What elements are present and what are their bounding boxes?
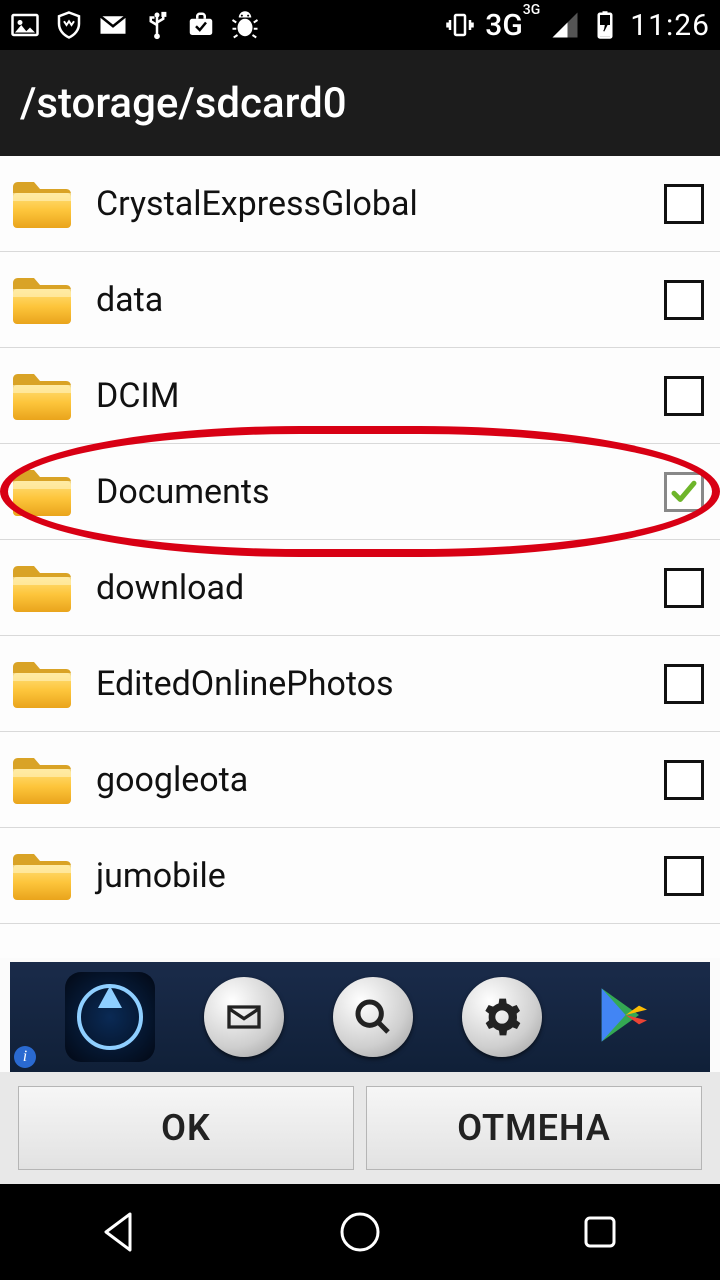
folder-name: EditedOnlinePhotos xyxy=(96,664,664,704)
nav-home-button[interactable] xyxy=(330,1202,390,1262)
ad-app-icon[interactable] xyxy=(65,972,155,1062)
folder-checkbox[interactable] xyxy=(664,760,704,800)
folder-icon xyxy=(10,657,74,711)
folder-row[interactable]: EditedOnlinePhotos xyxy=(0,636,720,732)
nav-back-button[interactable] xyxy=(90,1202,150,1262)
folder-checkbox[interactable] xyxy=(664,184,704,224)
folder-row[interactable]: data xyxy=(0,252,720,348)
briefcase-icon xyxy=(186,10,216,40)
ad-mail-icon[interactable] xyxy=(204,977,284,1057)
ad-play-store-icon[interactable] xyxy=(591,983,655,1051)
shield-m-icon xyxy=(54,10,84,40)
vibrate-icon xyxy=(445,10,475,40)
ok-button[interactable]: OK xyxy=(18,1086,354,1170)
folder-checkbox[interactable] xyxy=(664,280,704,320)
folder-checkbox[interactable] xyxy=(664,856,704,896)
app-bar: /storage/sdcard0 xyxy=(0,50,720,156)
folder-name: Documents xyxy=(96,472,664,512)
folder-row[interactable]: download xyxy=(0,540,720,636)
nav-recent-button[interactable] xyxy=(570,1202,630,1262)
folder-icon xyxy=(10,753,74,807)
folder-name: CrystalExpressGlobal xyxy=(96,184,664,224)
battery-charging-icon xyxy=(590,10,620,40)
folder-row[interactable]: DCIM xyxy=(0,348,720,444)
network-3g-text: 3G xyxy=(485,8,523,43)
picture-icon xyxy=(10,10,40,40)
signal-icon xyxy=(550,10,580,40)
folder-checkbox[interactable] xyxy=(664,376,704,416)
dialog-button-bar: OK ОТМЕНА xyxy=(0,1072,720,1184)
gmail-icon xyxy=(98,10,128,40)
folder-row[interactable]: jumobile xyxy=(0,828,720,924)
ad-info-icon[interactable]: i xyxy=(14,1046,36,1068)
network-type-label: 3G3G xyxy=(485,8,540,43)
ad-banner[interactable]: i xyxy=(10,962,710,1072)
folder-icon xyxy=(10,561,74,615)
ad-search-icon[interactable] xyxy=(333,977,413,1057)
folder-icon xyxy=(10,369,74,423)
network-sup-text: 3G xyxy=(523,2,541,18)
folder-name: DCIM xyxy=(96,376,664,416)
usb-icon xyxy=(142,10,172,40)
current-path: /storage/sdcard0 xyxy=(20,79,347,128)
system-nav-bar xyxy=(0,1184,720,1280)
folder-list[interactable]: CrystalExpressGlobal data DCIM Documents… xyxy=(0,156,720,958)
android-debug-icon xyxy=(230,10,260,40)
folder-name: googleota xyxy=(96,760,664,800)
folder-name: download xyxy=(96,568,664,608)
folder-checkbox[interactable] xyxy=(664,568,704,608)
folder-icon xyxy=(10,849,74,903)
folder-icon xyxy=(10,465,74,519)
folder-row[interactable]: Documents xyxy=(0,444,720,540)
status-bar: 3G3G 11:26 xyxy=(0,0,720,50)
cancel-button[interactable]: ОТМЕНА xyxy=(366,1086,702,1170)
folder-name: data xyxy=(96,280,664,320)
clock-text: 11:26 xyxy=(630,8,710,43)
folder-checkbox[interactable] xyxy=(664,664,704,704)
ad-gear-icon[interactable] xyxy=(462,977,542,1057)
folder-name: jumobile xyxy=(96,856,664,896)
folder-row[interactable]: googleota xyxy=(0,732,720,828)
folder-icon xyxy=(10,273,74,327)
folder-icon xyxy=(10,177,74,231)
folder-checkbox[interactable] xyxy=(664,472,704,512)
folder-row[interactable]: CrystalExpressGlobal xyxy=(0,156,720,252)
